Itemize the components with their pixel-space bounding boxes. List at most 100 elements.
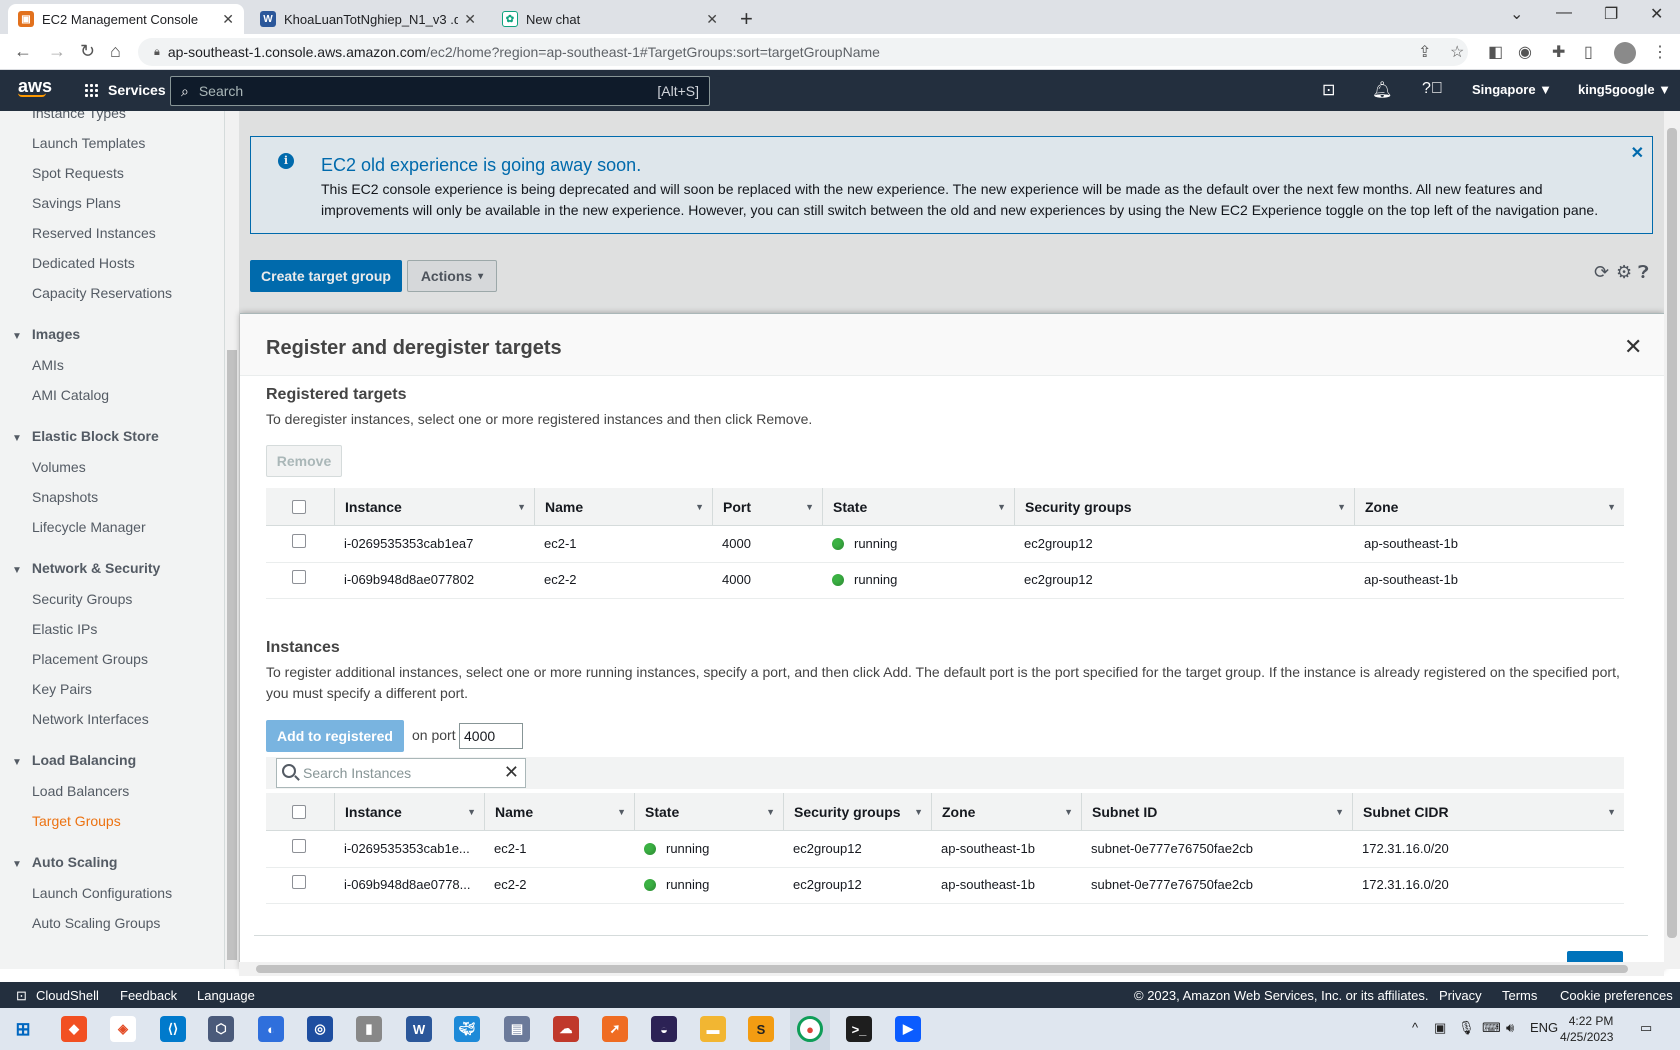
- remove-button[interactable]: Remove: [266, 445, 342, 477]
- table-row[interactable]: i-0269535353cab1e... ec2-1 running ec2gr…: [266, 832, 1624, 868]
- tab-word-doc[interactable]: W KhoaLuanTotNghiep_N1_v3 .docx ✕: [250, 4, 486, 34]
- col-subnet-id[interactable]: Subnet ID ▼: [1081, 793, 1352, 831]
- cookie-preferences-link[interactable]: Cookie preferences: [1560, 988, 1673, 1003]
- sidebar-item-lifecycle-manager[interactable]: Lifecycle Manager: [32, 519, 146, 535]
- horizontal-scroll-thumb[interactable]: [256, 965, 1628, 973]
- tab-ec2-console[interactable]: ▣ EC2 Management Console ✕: [8, 4, 244, 34]
- privacy-link[interactable]: Privacy: [1439, 988, 1482, 1003]
- minimize-icon[interactable]: —: [1556, 4, 1572, 22]
- sidebar-item-network-interfaces[interactable]: Network Interfaces: [32, 711, 149, 727]
- cloudshell-link[interactable]: CloudShell: [36, 988, 99, 1003]
- table-row[interactable]: i-0269535353cab1ea7 ec2-1 4000 running e…: [266, 527, 1624, 563]
- help-icon[interactable]: ?⃝: [1422, 80, 1443, 98]
- feedback-link[interactable]: Feedback: [120, 988, 177, 1003]
- sidebar-item-reserved-instances[interactable]: Reserved Instances: [32, 225, 156, 241]
- sidebar-item-ami-catalog[interactable]: AMI Catalog: [32, 387, 109, 403]
- chrome-menu-icon[interactable]: ⋮: [1652, 42, 1668, 62]
- row-checkbox[interactable]: [292, 534, 306, 548]
- aws-search-input[interactable]: ⌕ Search [Alt+S]: [170, 76, 710, 106]
- col-instance[interactable]: Instance ▼: [334, 488, 534, 526]
- forward-icon[interactable]: →: [48, 41, 66, 62]
- sidebar-section-images[interactable]: ▼ Images: [12, 326, 80, 342]
- sidebar-item-snapshots[interactable]: Snapshots: [32, 489, 98, 505]
- profile-avatar[interactable]: [1614, 42, 1636, 64]
- close-window-icon[interactable]: ✕: [1650, 4, 1663, 24]
- url-field[interactable]: 🔒︎ ap-southeast-1.console.aws.amazon.com…: [138, 38, 1468, 66]
- search-instances-input[interactable]: Search Instances ✕: [276, 758, 526, 788]
- account-menu[interactable]: king5google ▼: [1578, 82, 1671, 97]
- tab-search-icon[interactable]: ⌄: [1510, 4, 1523, 24]
- col-zone[interactable]: Zone ▼: [1354, 488, 1624, 526]
- cloudshell-footer-icon[interactable]: ⊡: [16, 988, 27, 1004]
- port-input[interactable]: [459, 723, 523, 749]
- col-name[interactable]: Name ▼: [534, 488, 712, 526]
- sidebar-section-network-security[interactable]: ▼ Network & Security: [12, 560, 160, 576]
- region-selector[interactable]: Singapore ▼: [1472, 82, 1552, 97]
- notifications-icon[interactable]: ▭: [1640, 1020, 1652, 1036]
- volume-icon[interactable]: 🔊︎: [1506, 1020, 1514, 1036]
- services-menu[interactable]: Services: [84, 82, 166, 98]
- sidebar-item-key-pairs[interactable]: Key Pairs: [32, 681, 92, 697]
- close-tab-icon[interactable]: ✕: [222, 11, 234, 28]
- system-clock[interactable]: 4:22 PM 4/25/2023: [1560, 1013, 1613, 1045]
- sidebar-item-security-groups[interactable]: Security Groups: [32, 591, 132, 607]
- col-port[interactable]: Port ▼: [712, 488, 822, 526]
- col-name[interactable]: Name ▼: [484, 793, 634, 831]
- col-zone[interactable]: Zone ▼: [931, 793, 1081, 831]
- sidebar-item-savings-plans[interactable]: Savings Plans: [32, 195, 121, 211]
- sidebar-section-load-balancing[interactable]: ▼ Load Balancing: [12, 752, 136, 768]
- extensions-puzzle-icon[interactable]: ✚: [1552, 42, 1565, 62]
- table-row[interactable]: i-069b948d8ae0778... ec2-2 running ec2gr…: [266, 868, 1624, 904]
- col-subnet-cidr[interactable]: Subnet CIDR ▼: [1352, 793, 1624, 831]
- col-state[interactable]: State ▼: [822, 488, 1014, 526]
- select-all-checkbox[interactable]: [292, 500, 306, 514]
- close-tab-icon[interactable]: ✕: [706, 11, 718, 28]
- side-panel-icon[interactable]: ▯: [1584, 42, 1593, 62]
- home-icon[interactable]: ⌂: [110, 41, 121, 62]
- close-modal-icon[interactable]: ✕: [1624, 334, 1642, 360]
- col-state[interactable]: State ▼: [634, 793, 783, 831]
- reload-icon[interactable]: ↻: [80, 41, 95, 62]
- sidebar-item-launch-templates[interactable]: Launch Templates: [32, 135, 145, 151]
- sidebar-item-volumes[interactable]: Volumes: [32, 459, 86, 475]
- cloudshell-icon[interactable]: ⊡: [1322, 80, 1335, 100]
- vertical-scroll-thumb[interactable]: [1667, 128, 1677, 938]
- col-instance[interactable]: Instance ▼: [334, 793, 484, 831]
- terms-link[interactable]: Terms: [1502, 988, 1537, 1003]
- sidebar-scroll-thumb[interactable]: [227, 350, 237, 960]
- maximize-icon[interactable]: ❐: [1604, 4, 1618, 24]
- new-tab-icon[interactable]: +: [740, 6, 753, 32]
- sidebar-item-auto-scaling-groups[interactable]: Auto Scaling Groups: [32, 915, 160, 931]
- tray-chevron-icon[interactable]: ^: [1412, 1020, 1418, 1035]
- network-icon[interactable]: ⌨: [1482, 1020, 1501, 1036]
- bookmark-star-icon[interactable]: ☆: [1450, 42, 1464, 62]
- sidebar-item-placement-groups[interactable]: Placement Groups: [32, 651, 148, 667]
- sidebar-item-spot-requests[interactable]: Spot Requests: [32, 165, 124, 181]
- microphone-icon[interactable]: 🎙︎: [1458, 1020, 1475, 1036]
- clear-search-icon[interactable]: ✕: [504, 762, 519, 783]
- back-icon[interactable]: ←: [14, 41, 32, 62]
- sidebar-item-dedicated-hosts[interactable]: Dedicated Hosts: [32, 255, 135, 271]
- sidebar-section-auto-scaling[interactable]: ▼ Auto Scaling: [12, 854, 117, 870]
- sidebar-item-instance-types[interactable]: Instance Types: [32, 111, 126, 121]
- close-tab-icon[interactable]: ✕: [464, 11, 476, 28]
- sidebar-section-ebs[interactable]: ▼ Elastic Block Store: [12, 428, 159, 444]
- select-all-checkbox[interactable]: [292, 805, 306, 819]
- extension-globe-icon[interactable]: ◉: [1518, 42, 1532, 62]
- language-indicator[interactable]: ENG: [1530, 1020, 1558, 1035]
- tab-new-chat[interactable]: ✿ New chat ✕: [492, 4, 728, 34]
- row-checkbox[interactable]: [292, 839, 306, 853]
- share-icon[interactable]: ⇪: [1418, 42, 1431, 62]
- sidebar-item-target-groups[interactable]: Target Groups: [32, 813, 121, 829]
- tray-meet-icon[interactable]: ▣: [1434, 1020, 1446, 1036]
- row-checkbox[interactable]: [292, 570, 306, 584]
- col-security-groups[interactable]: Security groups ▼: [783, 793, 931, 831]
- add-to-registered-button[interactable]: Add to registered: [266, 720, 404, 752]
- row-checkbox[interactable]: [292, 875, 306, 889]
- sidebar-item-launch-configurations[interactable]: Launch Configurations: [32, 885, 172, 901]
- aws-logo[interactable]: aws: [18, 76, 52, 97]
- sidebar-item-capacity-reservations[interactable]: Capacity Reservations: [32, 285, 172, 301]
- notifications-bell-icon[interactable]: 🔔︎: [1372, 80, 1392, 100]
- table-row[interactable]: i-069b948d8ae077802 ec2-2 4000 running e…: [266, 563, 1624, 599]
- sidebar-item-elastic-ips[interactable]: Elastic IPs: [32, 621, 97, 637]
